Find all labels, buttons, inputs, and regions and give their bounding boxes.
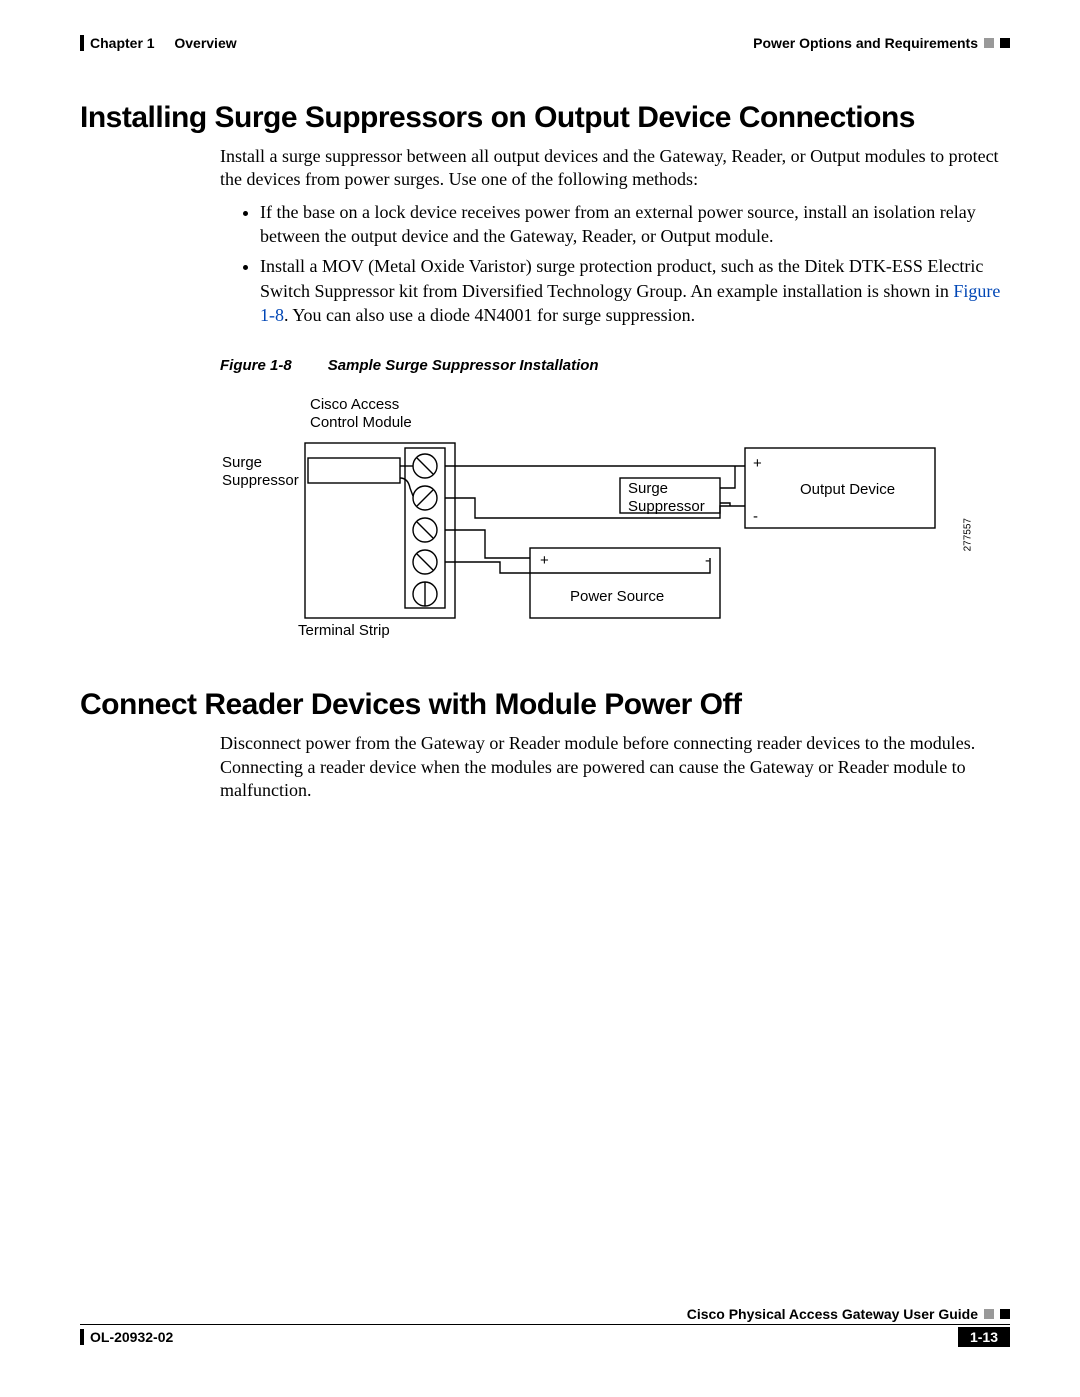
list-item-text-b: . You can also use a diode 4N4001 for su… (284, 305, 695, 325)
diagram-label-output-device: Output Device (800, 481, 895, 498)
list-item-text-a: Install a MOV (Metal Oxide Varistor) sur… (260, 256, 983, 300)
diagram-label-module: Cisco Access Control Module (310, 396, 412, 431)
diagram-label-minus: - (753, 508, 758, 525)
section-heading-reader: Connect Reader Devices with Module Power… (80, 688, 1010, 722)
diagram-label-suppressor-left: Surge Suppressor (222, 454, 299, 489)
diagram-id: 277557 (962, 518, 973, 551)
list-item: If the base on a lock device receives po… (260, 200, 1010, 249)
diagram-label-plus: + (753, 455, 762, 472)
header-square-icon (984, 38, 994, 48)
figure-caption: Figure 1-8 Sample Surge Suppressor Instal… (220, 357, 1010, 374)
diagram-label-suppressor-mid: Surge Suppressor (628, 480, 705, 515)
diagram-label-terminal: Terminal Strip (298, 622, 390, 639)
header-square-icon (1000, 38, 1010, 48)
doc-id: OL-20932-02 (90, 1329, 173, 1345)
header-bar-icon (80, 35, 84, 51)
page-number: 1-13 (958, 1327, 1010, 1347)
section-path: Power Options and Requirements (753, 35, 978, 51)
chapter-title: Overview (174, 35, 236, 51)
chapter-label: Chapter 1 (90, 35, 155, 51)
diagram-label-plus: + (540, 552, 549, 569)
method-list: If the base on a lock device receives po… (230, 200, 1010, 327)
diagram-label-power-source: Power Source (570, 588, 664, 605)
footer-square-icon (1000, 1309, 1010, 1319)
page-footer: Cisco Physical Access Gateway User Guide… (80, 1306, 1010, 1347)
figure-diagram: Cisco Access Control Module Surge Suppre… (250, 388, 950, 648)
figure-label: Figure 1-8 (220, 357, 292, 374)
section-body: Disconnect power from the Gateway or Rea… (220, 732, 1010, 802)
diagram-label-minus: - (705, 552, 710, 569)
footer-bar-icon (80, 1329, 84, 1345)
running-header: Chapter 1 Overview Power Options and Req… (80, 35, 1010, 51)
footer-square-icon (984, 1309, 994, 1319)
section-intro: Install a surge suppressor between all o… (220, 145, 1010, 192)
list-item: Install a MOV (Metal Oxide Varistor) sur… (260, 254, 1010, 327)
section-heading-surge: Installing Surge Suppressors on Output D… (80, 101, 1010, 135)
book-title: Cisco Physical Access Gateway User Guide (687, 1306, 978, 1322)
footer-rule (80, 1324, 1010, 1325)
figure-title: Sample Surge Suppressor Installation (328, 357, 599, 374)
